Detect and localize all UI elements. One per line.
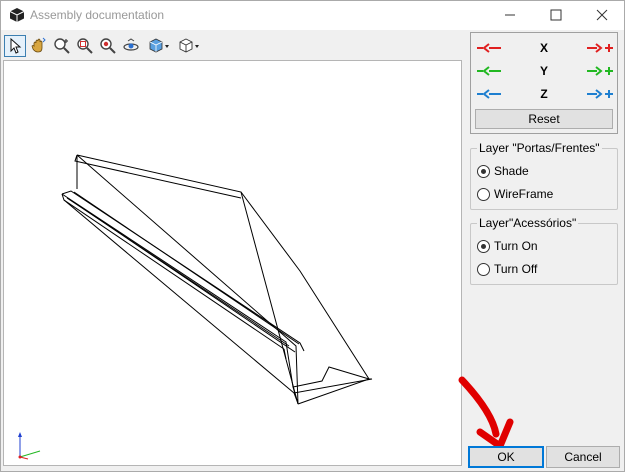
pan-tool-button[interactable] <box>28 35 50 57</box>
maximize-button[interactable] <box>533 0 579 30</box>
axis-direction-panel: X Y Z Reset <box>470 32 618 134</box>
pan-hand-icon <box>31 37 46 53</box>
zoom-fit-icon <box>100 38 116 54</box>
rotate-view-button[interactable] <box>120 35 142 57</box>
profile-wireframe-model <box>61 154 373 405</box>
y-positive-arrow-icon[interactable] <box>583 62 617 80</box>
zoom-window-button[interactable] <box>74 35 96 57</box>
zoom-in-button[interactable] <box>51 35 73 57</box>
axis-gizmo <box>18 432 41 460</box>
cube-icon <box>9 8 25 22</box>
layer-portas-frentes-group: Layer "Portas/Frentes" Shade WireFrame <box>470 141 618 210</box>
shaded-view-dropdown[interactable] <box>146 35 174 57</box>
close-icon <box>596 9 608 21</box>
red-annotation-arrow-icon <box>458 376 514 450</box>
wireframe-view-dropdown[interactable] <box>176 35 204 57</box>
maximize-icon <box>550 9 562 21</box>
zoom-in-icon <box>54 38 70 54</box>
cancel-button[interactable]: Cancel <box>546 446 620 468</box>
wireframe-view-dropdown-icon <box>179 38 199 53</box>
zoom-fit-button[interactable] <box>97 35 119 57</box>
z-positive-arrow-icon[interactable] <box>583 85 617 103</box>
layer-acessorios-legend: Layer"Acessórios" <box>479 216 577 230</box>
radio-turn-on-indicator[interactable] <box>477 240 490 253</box>
radio-wireframe-indicator[interactable] <box>477 188 490 201</box>
title-bar: Assembly documentation <box>0 0 625 30</box>
layer-portas-frentes-legend: Layer "Portas/Frentes" <box>479 141 600 155</box>
radio-turn-off-label: Turn Off <box>494 262 538 276</box>
select-arrow-icon <box>10 38 22 54</box>
x-positive-arrow-icon[interactable] <box>583 39 617 57</box>
ok-button[interactable]: OK <box>468 446 544 468</box>
radio-turn-on-label: Turn On <box>494 239 538 253</box>
shaded-view-dropdown-icon <box>149 38 169 53</box>
minimize-button[interactable] <box>487 0 533 30</box>
viewer-toolbar <box>2 32 462 60</box>
radio-turn-off-indicator[interactable] <box>477 263 490 276</box>
axis-row-y: Y <box>471 60 617 82</box>
axis-row-z: Z <box>471 83 617 105</box>
radio-shade-label: Shade <box>494 164 529 178</box>
minimize-icon <box>505 14 515 16</box>
rotate-eye-icon <box>123 38 139 51</box>
window-title: Assembly documentation <box>30 8 165 22</box>
axis-row-x: X <box>471 37 617 59</box>
3d-viewport[interactable] <box>3 60 462 466</box>
radio-shade-indicator[interactable] <box>477 165 490 178</box>
close-button[interactable] <box>579 0 625 30</box>
zoom-window-icon <box>77 38 93 54</box>
radio-wireframe-label: WireFrame <box>494 187 554 201</box>
select-tool-button[interactable] <box>4 35 26 57</box>
reset-button[interactable]: Reset <box>475 109 613 129</box>
layer-acessorios-group: Layer"Acessórios" Turn On Turn Off <box>470 216 618 285</box>
